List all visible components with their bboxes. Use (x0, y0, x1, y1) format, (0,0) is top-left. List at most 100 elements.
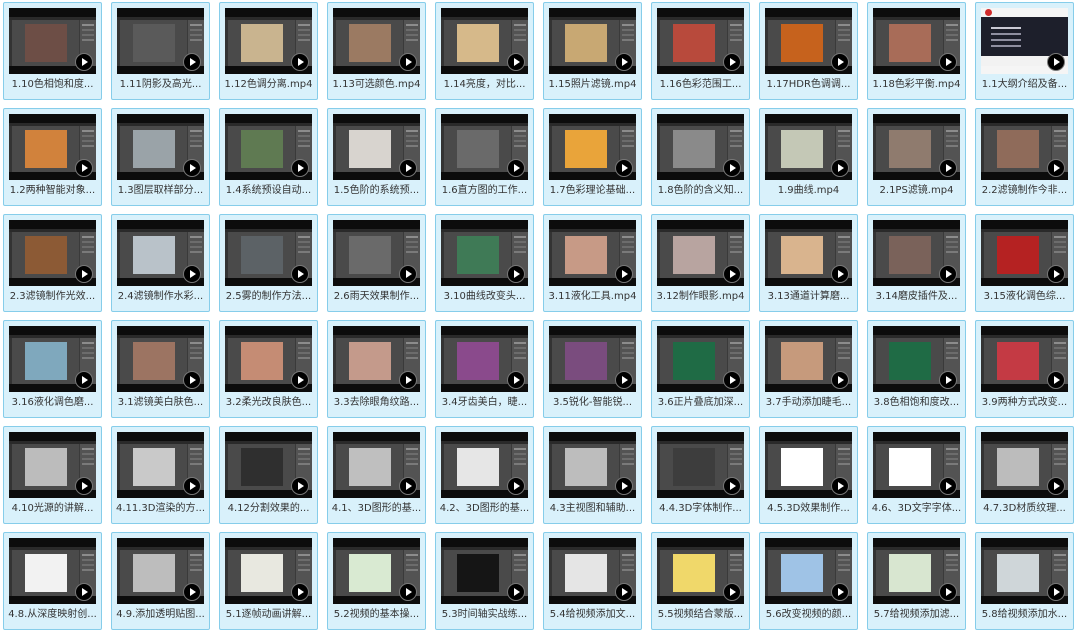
play-icon[interactable] (723, 583, 741, 601)
video-file-tile[interactable]: 4.1、3D图形的基... (327, 426, 426, 524)
video-file-tile[interactable]: 1.3图层取样部分... (111, 108, 210, 206)
video-file-tile[interactable]: 1.11阴影及高光... (111, 2, 210, 100)
play-icon[interactable] (939, 371, 957, 389)
video-file-tile[interactable]: 2.3滤镜制作光效... (3, 214, 102, 312)
video-file-tile[interactable]: 4.8.从深度映射创... (3, 532, 102, 630)
play-icon[interactable] (183, 371, 201, 389)
video-file-tile[interactable]: 3.1滤镜美白肤色... (111, 320, 210, 418)
play-icon[interactable] (291, 159, 309, 177)
video-file-tile[interactable]: 3.15液化调色综... (975, 214, 1074, 312)
play-icon[interactable] (507, 583, 525, 601)
play-icon[interactable] (1047, 371, 1065, 389)
play-icon[interactable] (291, 583, 309, 601)
video-file-tile[interactable]: 4.2、3D图形的基... (435, 426, 534, 524)
play-icon[interactable] (1047, 477, 1065, 495)
play-icon[interactable] (507, 265, 525, 283)
play-icon[interactable] (399, 265, 417, 283)
play-icon[interactable] (615, 583, 633, 601)
play-icon[interactable] (507, 371, 525, 389)
video-file-tile[interactable]: 3.16液化调色磨... (3, 320, 102, 418)
video-file-tile[interactable]: 5.2视频的基本操... (327, 532, 426, 630)
video-file-tile[interactable]: 2.1PS滤镜.mp4 (867, 108, 966, 206)
video-file-tile[interactable]: 3.13通道计算磨... (759, 214, 858, 312)
play-icon[interactable] (831, 53, 849, 71)
play-icon[interactable] (291, 53, 309, 71)
video-file-tile[interactable]: 1.16色彩范围工... (651, 2, 750, 100)
play-icon[interactable] (1047, 265, 1065, 283)
play-icon[interactable] (291, 477, 309, 495)
play-icon[interactable] (399, 53, 417, 71)
play-icon[interactable] (75, 265, 93, 283)
video-file-tile[interactable]: 3.6正片叠底加深... (651, 320, 750, 418)
video-file-tile[interactable]: 5.5视频结合蒙版... (651, 532, 750, 630)
play-icon[interactable] (723, 265, 741, 283)
video-file-tile[interactable]: 4.7.3D材质纹理... (975, 426, 1074, 524)
play-icon[interactable] (831, 477, 849, 495)
play-icon[interactable] (723, 371, 741, 389)
play-icon[interactable] (831, 583, 849, 601)
play-icon[interactable] (615, 159, 633, 177)
video-file-tile[interactable]: 4.11.3D渲染的方... (111, 426, 210, 524)
play-icon[interactable] (615, 371, 633, 389)
video-file-tile[interactable]: 5.4给视频添加文... (543, 532, 642, 630)
play-icon[interactable] (183, 477, 201, 495)
play-icon[interactable] (831, 265, 849, 283)
video-file-tile[interactable]: 1.13可选颜色.mp4 (327, 2, 426, 100)
video-file-tile[interactable]: 4.10光源的讲解... (3, 426, 102, 524)
play-icon[interactable] (615, 53, 633, 71)
video-file-tile[interactable]: 5.8给视频添加水... (975, 532, 1074, 630)
video-file-tile[interactable]: 3.11液化工具.mp4 (543, 214, 642, 312)
play-icon[interactable] (75, 53, 93, 71)
video-file-tile[interactable]: 1.9曲线.mp4 (759, 108, 858, 206)
play-icon[interactable] (615, 477, 633, 495)
video-file-tile[interactable]: 4.4.3D字体制作... (651, 426, 750, 524)
video-file-tile[interactable]: 1.2两种智能对象... (3, 108, 102, 206)
video-file-tile[interactable]: 5.1逐帧动画讲解... (219, 532, 318, 630)
video-file-tile[interactable]: 3.7手动添加睫毛... (759, 320, 858, 418)
play-icon[interactable] (1047, 159, 1065, 177)
video-file-tile[interactable]: 4.6、3D文字字体... (867, 426, 966, 524)
play-icon[interactable] (399, 477, 417, 495)
play-icon[interactable] (831, 159, 849, 177)
video-file-tile[interactable]: 3.12制作眼影.mp4 (651, 214, 750, 312)
play-icon[interactable] (1047, 53, 1065, 71)
play-icon[interactable] (507, 53, 525, 71)
video-file-tile[interactable]: 3.5锐化-智能锐... (543, 320, 642, 418)
video-file-tile[interactable]: 4.12分割效果的... (219, 426, 318, 524)
play-icon[interactable] (939, 53, 957, 71)
video-file-tile[interactable]: 1.12色调分离.mp4 (219, 2, 318, 100)
video-file-tile[interactable]: 2.6雨天效果制作... (327, 214, 426, 312)
video-file-tile[interactable]: 1.8色阶的含义知... (651, 108, 750, 206)
video-file-tile[interactable]: 2.5雾的制作方法... (219, 214, 318, 312)
video-file-tile[interactable]: 5.3时间轴实战练... (435, 532, 534, 630)
video-file-tile[interactable]: 4.9.添加透明贴图... (111, 532, 210, 630)
video-file-tile[interactable]: 5.6改变视频的颜... (759, 532, 858, 630)
play-icon[interactable] (399, 371, 417, 389)
play-icon[interactable] (183, 265, 201, 283)
video-file-tile[interactable]: 3.2柔光改良肤色... (219, 320, 318, 418)
video-file-tile[interactable]: 4.5.3D效果制作... (759, 426, 858, 524)
play-icon[interactable] (291, 371, 309, 389)
play-icon[interactable] (939, 265, 957, 283)
play-icon[interactable] (75, 371, 93, 389)
play-icon[interactable] (183, 159, 201, 177)
play-icon[interactable] (723, 53, 741, 71)
play-icon[interactable] (399, 159, 417, 177)
video-file-tile[interactable]: 4.3主视图和辅助... (543, 426, 642, 524)
video-file-tile[interactable]: 3.4牙齿美白，睫... (435, 320, 534, 418)
play-icon[interactable] (75, 583, 93, 601)
video-file-tile[interactable]: 1.10色相饱和度... (3, 2, 102, 100)
video-file-tile[interactable]: 3.8色相饱和度改... (867, 320, 966, 418)
video-file-tile[interactable]: 5.7给视频添加滤... (867, 532, 966, 630)
play-icon[interactable] (183, 583, 201, 601)
video-file-tile[interactable]: 1.5色阶的系统预... (327, 108, 426, 206)
play-icon[interactable] (939, 159, 957, 177)
play-icon[interactable] (291, 265, 309, 283)
play-icon[interactable] (507, 159, 525, 177)
play-icon[interactable] (75, 477, 93, 495)
video-file-tile[interactable]: 2.4滤镜制作水彩... (111, 214, 210, 312)
play-icon[interactable] (1047, 583, 1065, 601)
video-file-tile[interactable]: 1.7色彩理论基础... (543, 108, 642, 206)
play-icon[interactable] (399, 583, 417, 601)
play-icon[interactable] (183, 53, 201, 71)
